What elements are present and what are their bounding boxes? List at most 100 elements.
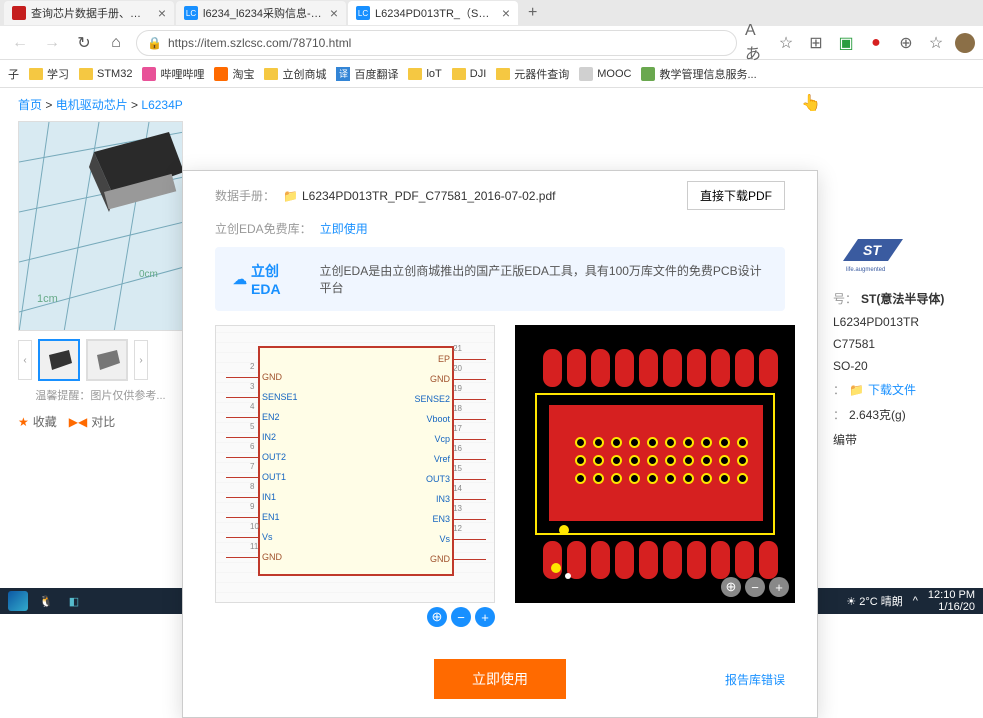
pin-right-19: SENSE219 (410, 394, 486, 404)
pcb-zoom-in-icon[interactable]: + (769, 577, 789, 597)
eda-banner: ☁ 立创EDA 立创EDA是由立创商城推出的国产正版EDA工具，具有100万库文… (215, 247, 785, 311)
app-icon-1[interactable]: 🐧 (36, 591, 56, 611)
use-now-button[interactable]: 立即使用 (434, 659, 566, 699)
compare-button[interactable]: ▶◀对比 (69, 413, 115, 430)
pin-right-20: GND20 (426, 374, 486, 384)
download-pdf-button[interactable]: 直接下载PDF (687, 181, 785, 210)
eda-lib-label: 立创EDA免费库： (215, 220, 312, 237)
pin-left-7: 7OUT1 (226, 472, 290, 482)
tab-2[interactable]: LC L6234PD013TR_（ST(意法半导... × (348, 1, 518, 25)
zoom-out-icon[interactable]: − (451, 607, 471, 627)
pin-left-6: 6OUT2 (226, 452, 290, 462)
eda-description: 立创EDA是由立创商城推出的国产正版EDA工具，具有100万库文件的免费PCB设… (320, 262, 767, 296)
close-icon[interactable]: × (502, 5, 510, 21)
pin-right-15: OUT315 (422, 474, 486, 484)
use-now-link[interactable]: 立即使用 (320, 220, 368, 237)
back-button[interactable]: ← (8, 31, 32, 55)
bookmark-item[interactable]: 立创商城 (264, 66, 326, 82)
bookmark-item[interactable]: MOOC (579, 67, 631, 81)
pin-left-4: 4EN2 (226, 412, 284, 422)
weather[interactable]: ☀ 2°C 晴朗 (846, 593, 902, 609)
product-code: C77581 (833, 333, 973, 355)
lock-icon: 🔒 (147, 36, 162, 50)
pin-right-13: EN313 (428, 514, 486, 524)
schematic-view[interactable]: 2GND3SENSE14EN25IN26OUT27OUT18IN19EN110V… (215, 325, 495, 603)
close-icon[interactable]: × (330, 5, 338, 21)
pin-left-2: 2GND (226, 372, 286, 382)
extension-icon-1[interactable]: ⊞ (805, 32, 827, 54)
download-link[interactable]: 下载文件 (868, 381, 916, 398)
new-tab-button[interactable]: + (520, 4, 545, 22)
tab-1[interactable]: LC l6234_l6234采购信息-立创电子... × (176, 1, 346, 25)
zoom-in-icon[interactable]: + (475, 607, 495, 627)
bookmark-item[interactable]: 哔哩哔哩 (142, 66, 204, 82)
pin-left-5: 5IN2 (226, 432, 280, 442)
svg-text:life.augmented: life.augmented (846, 267, 885, 273)
thumb-prev[interactable]: ‹ (18, 340, 32, 380)
pin-right-21: EP21 (434, 354, 486, 364)
thumb-next[interactable]: › (134, 340, 148, 380)
pin-right-18: Vboot18 (422, 414, 486, 424)
report-error-link[interactable]: 报告库错误 (725, 671, 785, 688)
pin-left-10: 10Vs (226, 532, 277, 542)
clock[interactable]: 12:10 PM1/16/20 (928, 589, 975, 613)
bookmark-item[interactable]: 子 (8, 66, 19, 82)
breadcrumb: 首页 > 电机驱动芯片 > L6234P (0, 88, 983, 121)
pin-right-16: Vref16 (430, 454, 486, 464)
bookmarks-bar: 子 学习 STM32 哔哩哔哩 淘宝 立创商城 译百度翻译 loT DJI 元器… (0, 60, 983, 88)
product-image[interactable]: 1cm 0cm (18, 121, 183, 331)
weight: 2.643克(g) (849, 406, 906, 423)
thumb-0[interactable] (38, 339, 80, 381)
refresh-button[interactable]: ↻ (72, 31, 96, 55)
pin-right-17: Vcp17 (430, 434, 486, 444)
pcb-view[interactable]: ⊕ − + (515, 325, 795, 603)
pin-left-11: 11GND (226, 552, 286, 562)
favorite-button[interactable]: ★收藏 (18, 413, 57, 430)
svg-text:ST: ST (863, 242, 882, 258)
profile-icon[interactable]: ☆ (925, 32, 947, 54)
bookmark-item[interactable]: 学习 (29, 66, 69, 82)
tray-icon[interactable]: ^ (913, 595, 918, 607)
breadcrumb-category[interactable]: 电机驱动芯片 (56, 98, 128, 112)
pin-right-14: IN314 (432, 494, 486, 504)
pin-left-3: 3SENSE1 (226, 392, 302, 402)
breadcrumb-product[interactable]: L6234P (141, 98, 182, 112)
collections-icon[interactable]: ⊕ (895, 32, 917, 54)
app-icon-2[interactable]: ◧ (64, 591, 84, 611)
extension-icon-2[interactable]: ▣ (835, 32, 857, 54)
bookmark-item[interactable]: DJI (452, 68, 487, 80)
tape-type: 编带 (833, 427, 973, 452)
breadcrumb-home[interactable]: 首页 (18, 98, 42, 112)
bookmark-item[interactable]: 元器件查询 (496, 66, 569, 82)
pcb-fit-icon[interactable]: ⊕ (721, 577, 741, 597)
address-bar: ← → ↻ ⌂ 🔒 https://item.szlcsc.com/78710.… (0, 26, 983, 60)
forward-button[interactable]: → (40, 31, 64, 55)
bookmark-item[interactable]: 教学管理信息服务... (641, 66, 756, 82)
image-hint: 温馨提醒：图片仅供参考... (18, 387, 183, 403)
bookmark-item[interactable]: 译百度翻译 (336, 66, 398, 82)
edge-icon[interactable] (8, 591, 28, 611)
thumb-1[interactable] (86, 339, 128, 381)
datasheet-label: 数据手册： (215, 187, 275, 204)
favorite-icon[interactable]: ☆ (775, 32, 797, 54)
pin-left-9: 9EN1 (226, 512, 284, 522)
home-button[interactable]: ⌂ (104, 31, 128, 55)
url-input[interactable]: 🔒 https://item.szlcsc.com/78710.html (136, 30, 737, 56)
avatar[interactable] (955, 33, 975, 53)
model-number: L6234PD013TR (833, 311, 973, 333)
bookmark-item[interactable]: loT (408, 68, 441, 80)
datasheet-link[interactable]: 📁 L6234PD013TR_PDF_C77581_2016-07-02.pdf (283, 189, 555, 203)
product-info-panel: STlife.augmented 号：ST(意法半导体) L6234PD013T… (823, 218, 983, 462)
bookmark-item[interactable]: 淘宝 (214, 66, 254, 82)
pcb-zoom-out-icon[interactable]: − (745, 577, 765, 597)
browser-tabs: 查询芯片数据手册、下载封装和... × LC l6234_l6234采购信息-立… (0, 0, 983, 26)
extension-icon-3[interactable]: ● (865, 32, 887, 54)
eda-modal: 数据手册： 📁 L6234PD013TR_PDF_C77581_2016-07-… (182, 170, 818, 718)
cursor-icon: 👆 (801, 93, 821, 113)
fit-icon[interactable]: ⊕ (427, 607, 447, 627)
bookmark-item[interactable]: STM32 (79, 68, 132, 80)
st-logo: ST life.augmented (833, 228, 923, 278)
close-icon[interactable]: × (158, 5, 166, 21)
tab-0[interactable]: 查询芯片数据手册、下载封装和... × (4, 1, 174, 25)
reader-icon[interactable]: Aあ (745, 32, 767, 54)
